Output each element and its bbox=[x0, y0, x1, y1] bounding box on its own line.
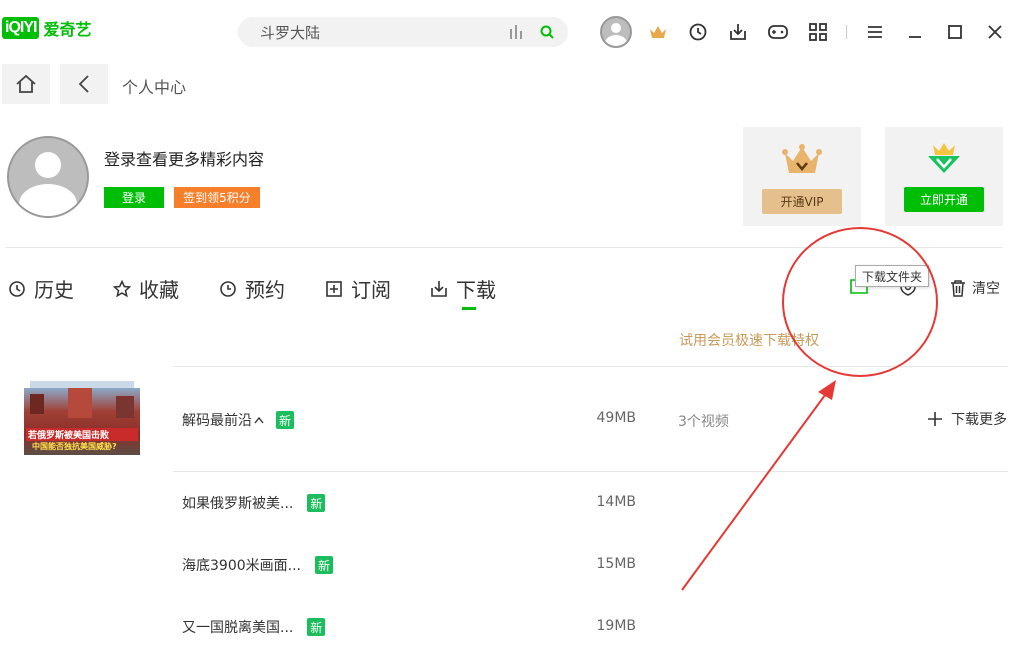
tab-favorites[interactable]: 收藏 bbox=[113, 274, 179, 303]
download-item[interactable]: 海底3900米画面... 新 bbox=[182, 555, 333, 575]
sign-in-reward-button[interactable]: 签到领5积分 bbox=[174, 187, 260, 208]
file-size: 19MB bbox=[596, 618, 637, 634]
item-title: 又一国脱离美国... bbox=[182, 620, 294, 636]
vip-card[interactable]: 开通VIP bbox=[743, 127, 861, 226]
tab-history[interactable]: 历史 bbox=[8, 274, 74, 303]
tab-label: 下载 bbox=[456, 278, 496, 302]
history-icon bbox=[9, 280, 25, 297]
thumbnail-caption: 若俄罗斯被美国击败 bbox=[26, 428, 138, 441]
active-tab-indicator bbox=[462, 307, 476, 310]
search-input[interactable]: 斗罗大陆 bbox=[260, 22, 510, 43]
item-title: 如果俄罗斯被美... bbox=[182, 496, 294, 512]
trash-icon bbox=[951, 280, 965, 297]
gamepad-icon[interactable] bbox=[758, 16, 798, 48]
crown-icon[interactable] bbox=[638, 16, 678, 48]
toolbar-divider bbox=[846, 25, 847, 39]
open-vip-button[interactable]: 开通VIP bbox=[762, 189, 842, 214]
new-badge: 新 bbox=[307, 494, 326, 512]
row-divider bbox=[173, 366, 1008, 367]
vip-crown-icon bbox=[782, 144, 822, 173]
section-divider bbox=[6, 247, 1002, 248]
activate-now-button[interactable]: 立即开通 bbox=[904, 187, 984, 212]
logo-text: 爱奇艺 bbox=[43, 20, 92, 39]
annotation-overlay bbox=[681, 227, 938, 591]
file-size: 49MB bbox=[596, 410, 637, 426]
minimize-icon[interactable] bbox=[895, 16, 935, 48]
breadcrumb: 个人中心 bbox=[122, 78, 187, 97]
hot-list-icon[interactable] bbox=[510, 25, 522, 39]
login-hint: 登录查看更多精彩内容 bbox=[104, 150, 265, 169]
home-icon bbox=[16, 74, 36, 93]
chevron-left-icon bbox=[78, 75, 89, 93]
video-count: 3个视频 bbox=[678, 414, 729, 430]
file-size: 15MB bbox=[596, 556, 637, 572]
green-vip-card[interactable]: 立即开通 bbox=[885, 127, 1003, 226]
download-item[interactable]: 又一国脱离美国... 新 bbox=[182, 617, 326, 637]
trial-speed-link[interactable]: 试用会员极速下载特权 bbox=[679, 330, 819, 350]
home-button[interactable] bbox=[2, 64, 50, 104]
clear-label: 清空 bbox=[972, 281, 1000, 297]
user-avatar[interactable] bbox=[600, 16, 632, 48]
maximize-icon[interactable] bbox=[935, 16, 975, 48]
back-button[interactable] bbox=[60, 64, 108, 104]
profile-avatar[interactable] bbox=[7, 136, 89, 218]
thumbnail-caption: 中国能否独抗美国威胁? bbox=[32, 442, 117, 451]
annotation-circle bbox=[782, 227, 938, 377]
new-badge: 新 bbox=[307, 618, 326, 636]
plus-icon bbox=[928, 412, 942, 426]
group-title-label: 解码最前沿 bbox=[182, 413, 252, 429]
apps-grid-icon[interactable] bbox=[798, 16, 838, 48]
login-button[interactable]: 登录 bbox=[104, 187, 164, 208]
folder-tooltip: 下载文件夹 bbox=[855, 265, 930, 287]
tab-subscriptions[interactable]: 订阅 bbox=[325, 274, 391, 303]
app-logo[interactable]: iQIYI 爱奇艺 bbox=[2, 16, 91, 40]
tab-reservations[interactable]: 预约 bbox=[219, 274, 285, 303]
close-icon[interactable] bbox=[975, 16, 1015, 48]
file-size: 14MB bbox=[596, 494, 637, 510]
tab-label: 收藏 bbox=[139, 278, 179, 302]
download-more-button[interactable]: 下载更多 bbox=[927, 409, 1007, 429]
download-item[interactable]: 如果俄罗斯被美... 新 bbox=[182, 493, 326, 513]
clock-icon bbox=[220, 280, 236, 297]
new-badge: 新 bbox=[276, 411, 294, 429]
search-bar[interactable]: 斗罗大陆 bbox=[238, 17, 568, 47]
chevron-up-icon[interactable] bbox=[254, 416, 264, 424]
download-more-label: 下载更多 bbox=[951, 412, 1007, 428]
row-divider bbox=[173, 471, 1008, 472]
video-thumbnail[interactable]: 若俄罗斯被美国击败 中国能否独抗美国威胁? bbox=[24, 388, 140, 455]
tab-downloads[interactable]: 下载 bbox=[430, 274, 496, 303]
download-icon bbox=[431, 280, 447, 297]
download-icon[interactable] bbox=[718, 16, 758, 48]
new-badge: 新 bbox=[314, 556, 333, 574]
subscribe-icon bbox=[326, 280, 342, 297]
logo-mark: iQIYI bbox=[2, 17, 40, 39]
search-icon[interactable] bbox=[540, 25, 554, 39]
download-group-title[interactable]: 解码最前沿 新 bbox=[182, 410, 294, 430]
menu-icon[interactable] bbox=[855, 16, 895, 48]
clear-button[interactable]: 清空 bbox=[950, 278, 1000, 298]
item-title: 海底3900米画面... bbox=[182, 558, 301, 574]
star-icon bbox=[113, 279, 131, 297]
green-gem-icon bbox=[928, 143, 960, 173]
tab-label: 订阅 bbox=[351, 278, 391, 302]
tab-label: 预约 bbox=[245, 278, 285, 302]
annotation-arrowhead bbox=[818, 380, 836, 400]
tab-label: 历史 bbox=[34, 278, 74, 302]
history-icon[interactable] bbox=[678, 16, 718, 48]
